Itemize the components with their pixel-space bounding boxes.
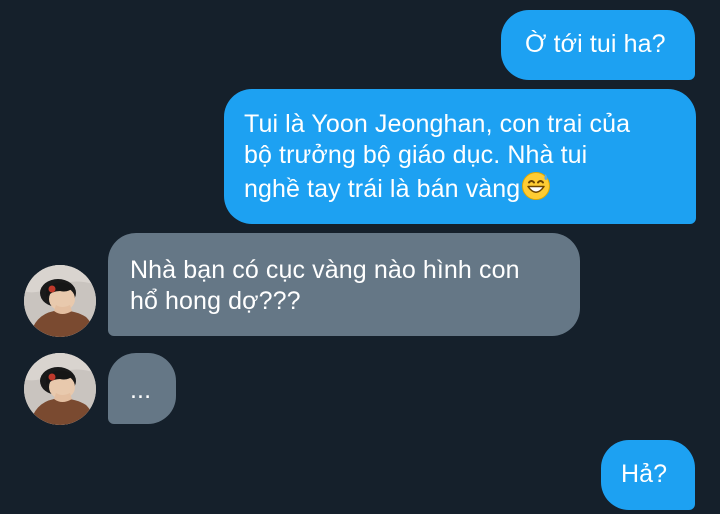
message-text-line: ...	[130, 376, 152, 404]
message-text-line: Tui là Yoon Jeonghan, con trai của	[244, 110, 631, 138]
contact-avatar[interactable]	[24, 265, 96, 337]
message-text-line: bộ trưởng bộ giáo dục. Nhà tui	[244, 141, 588, 169]
contact-avatar[interactable]	[24, 353, 96, 425]
sent-message-bubble[interactable]: Hả?	[601, 440, 695, 510]
message-text-line: hổ hong dợ???	[130, 287, 301, 315]
received-message-bubble[interactable]: ...	[108, 353, 176, 424]
received-message-bubble[interactable]: Nhà bạn có cục vàng nào hình con hổ hong…	[108, 233, 580, 336]
sent-message-bubble[interactable]: Tui là Yoon Jeonghan, con trai của bộ tr…	[224, 89, 696, 224]
sent-message-bubble[interactable]: Ờ tới tui ha?	[501, 10, 695, 80]
message-text-line: Nhà bạn có cục vàng nào hình con	[130, 256, 520, 284]
message-text-line: Hả?	[621, 460, 668, 488]
message-text-line: Ờ tới tui ha?	[525, 30, 666, 58]
grinning-face-with-sweat-icon	[521, 171, 551, 209]
message-text-line: nghề tay trái là bán vàng	[244, 175, 521, 203]
